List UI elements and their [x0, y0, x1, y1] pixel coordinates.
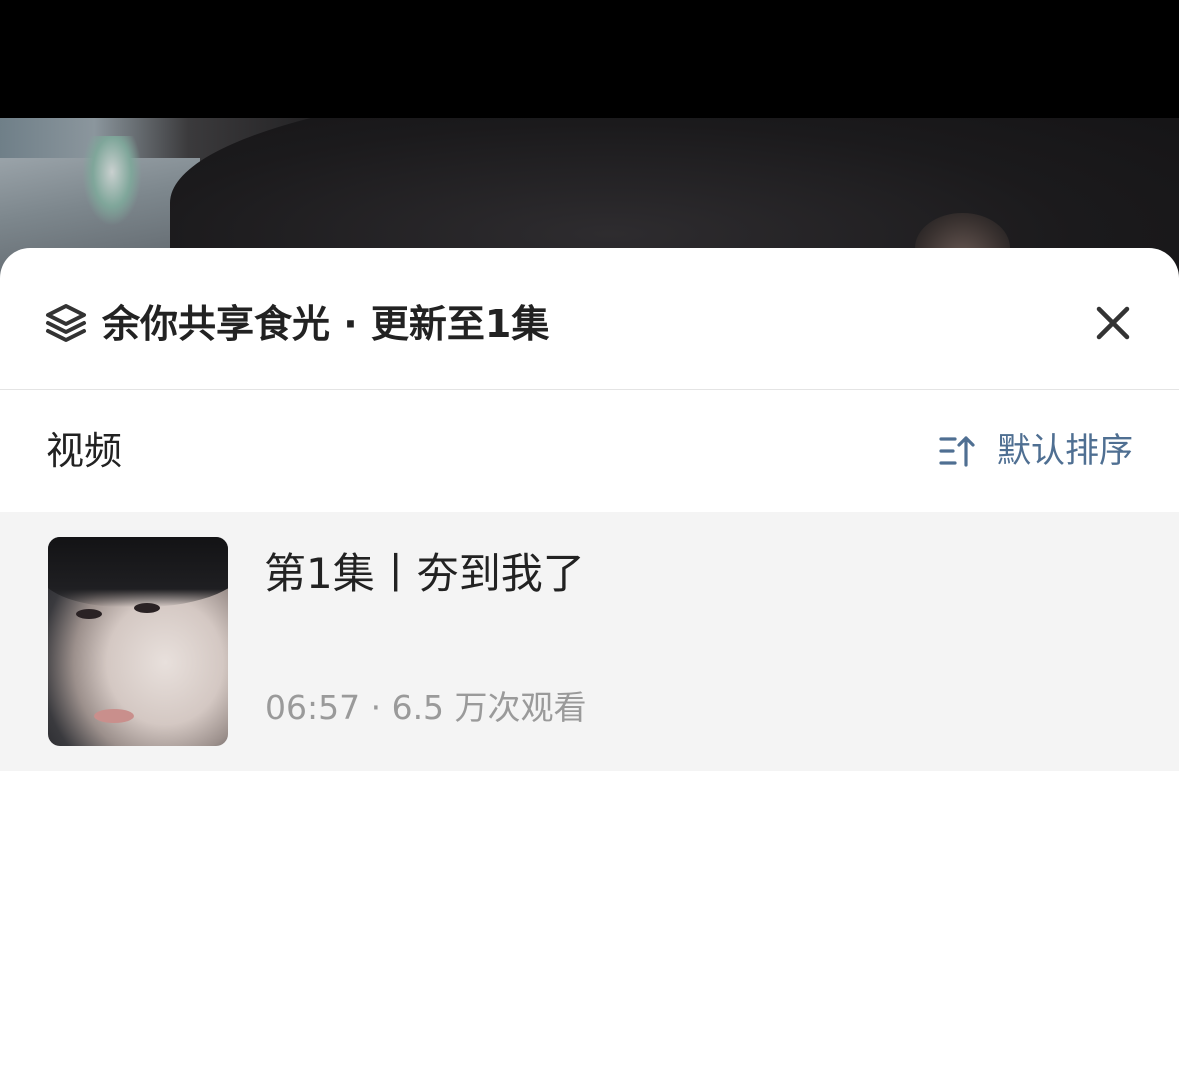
thumbnail-eye-right [134, 603, 160, 613]
section-row: 视频 默认排序 [0, 390, 1179, 512]
list-item[interactable]: 第1集丨夯到我了 06:57 · 6.5 万次观看 [0, 512, 1179, 771]
top-bar [0, 0, 1179, 118]
video-scooter [82, 136, 142, 226]
sort-icon [939, 436, 975, 467]
sort-button[interactable]: 默认排序 [939, 426, 1133, 476]
episode-title: 第1集丨夯到我了 [264, 549, 585, 598]
section-title: 视频 [46, 429, 123, 473]
close-icon[interactable] [1094, 304, 1132, 342]
thumbnail-lips [94, 709, 134, 723]
sheet-title: 余你共享食光 · 更新至1集 [102, 302, 550, 346]
sheet-header: 余你共享食光 · 更新至1集 [0, 248, 1179, 390]
episode-sheet: 余你共享食光 · 更新至1集 视频 默认排序 第1集丨夯到我了 06:57 · … [0, 248, 1179, 1074]
episode-meta: 06:57 · 6.5 万次观看 [265, 688, 587, 727]
thumbnail-hair [48, 537, 228, 607]
layers-icon [46, 304, 86, 342]
sort-label: 默认排序 [997, 431, 1133, 471]
screen: 余你共享食光 · 更新至1集 视频 默认排序 第1集丨夯到我了 06:57 · … [0, 0, 1179, 1074]
thumbnail-eye-left [76, 609, 102, 619]
episode-thumbnail[interactable] [48, 537, 228, 746]
